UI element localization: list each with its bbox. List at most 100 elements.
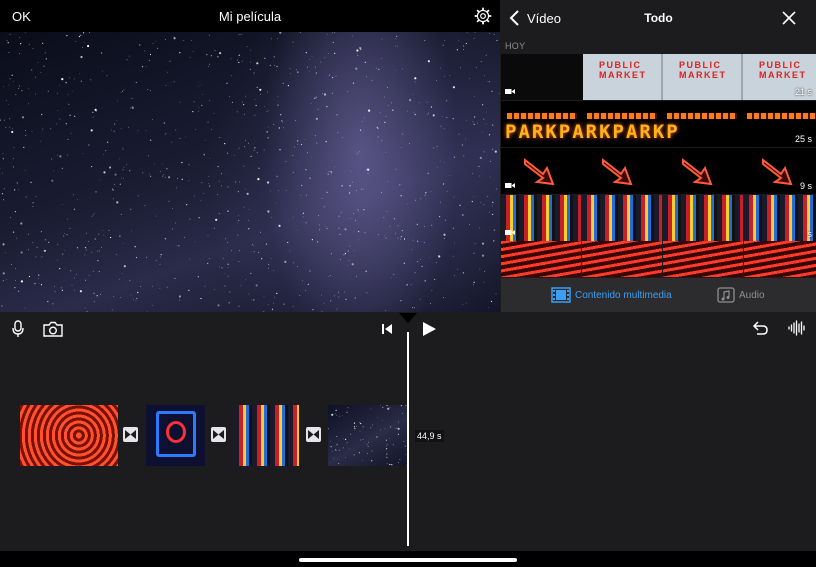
star — [473, 38, 475, 39]
star — [323, 93, 327, 96]
star — [239, 250, 241, 252]
star — [473, 252, 475, 254]
tab-audio[interactable]: Audio — [717, 287, 765, 303]
star — [67, 138, 69, 140]
playhead-marker — [399, 313, 417, 323]
star — [385, 152, 387, 153]
timeline-clip-neon-sign[interactable] — [146, 405, 205, 466]
star — [250, 49, 252, 51]
media-clip-public-market[interactable]: PUBLIC MARKET PUBLIC MARKET PUBLIC MARKET 2… — [501, 54, 816, 100]
star — [389, 438, 390, 439]
undo-icon[interactable] — [751, 320, 769, 336]
star — [12, 127, 13, 129]
star — [435, 262, 437, 263]
star — [384, 96, 385, 98]
home-indicator[interactable] — [299, 558, 517, 562]
star — [31, 69, 33, 71]
media-clip-neon-arrows[interactable]: 9 s — [501, 148, 816, 194]
play-icon[interactable] — [421, 321, 437, 337]
timeline-clip-neon-tunnel[interactable] — [20, 405, 118, 466]
star — [326, 227, 328, 230]
star — [495, 293, 497, 295]
star — [214, 50, 216, 52]
star — [359, 431, 361, 432]
star — [146, 311, 148, 312]
neon-arrow-icon — [682, 157, 713, 186]
star — [234, 155, 236, 156]
star — [114, 183, 115, 185]
transition-button[interactable] — [123, 427, 138, 442]
star — [20, 280, 23, 283]
star — [489, 211, 490, 213]
timeline-clip-milky-way[interactable] — [328, 405, 408, 466]
star — [2, 158, 4, 160]
media-clip-city-neon[interactable]: s — [501, 195, 816, 277]
star — [208, 176, 210, 177]
star — [2, 280, 4, 282]
transition-button[interactable] — [211, 427, 226, 442]
star — [242, 101, 243, 103]
star — [164, 176, 166, 178]
star — [142, 172, 144, 174]
star — [186, 204, 188, 206]
star — [152, 43, 154, 44]
playhead[interactable] — [407, 332, 409, 546]
timeline-clip-city-neon[interactable] — [234, 405, 299, 466]
star — [213, 113, 215, 114]
star — [222, 257, 224, 259]
camera-icon[interactable] — [43, 321, 63, 337]
star — [333, 295, 335, 297]
audio-waveform-icon[interactable] — [788, 320, 806, 336]
star — [113, 130, 115, 132]
star — [419, 298, 421, 300]
close-icon[interactable] — [781, 10, 797, 26]
star — [126, 164, 128, 166]
star — [202, 193, 204, 194]
music-note-icon — [717, 287, 735, 303]
star — [377, 136, 379, 138]
star — [326, 191, 328, 193]
tab-media[interactable]: Contenido multimedia — [551, 287, 672, 303]
star — [119, 183, 121, 185]
skip-to-start-icon[interactable] — [381, 323, 393, 335]
star — [61, 167, 63, 169]
star — [269, 64, 271, 66]
star — [387, 407, 390, 410]
star — [459, 204, 461, 206]
media-clip-park[interactable]: PARKPARKPARKP 25 s — [501, 101, 816, 147]
star — [488, 307, 489, 308]
star — [160, 254, 162, 256]
star — [243, 165, 245, 167]
star — [402, 133, 404, 135]
star — [96, 295, 98, 297]
star — [315, 72, 317, 74]
star — [260, 231, 261, 233]
star — [441, 116, 443, 117]
star — [208, 183, 209, 185]
microphone-icon[interactable] — [11, 320, 25, 338]
star — [74, 115, 76, 117]
star — [238, 54, 240, 56]
star — [268, 126, 270, 128]
star — [70, 270, 72, 272]
star — [114, 123, 116, 125]
star — [65, 123, 67, 125]
star — [164, 39, 166, 41]
star — [131, 106, 134, 109]
neon-bar — [587, 113, 657, 119]
gear-icon[interactable] — [474, 7, 492, 25]
star — [341, 415, 343, 417]
star — [486, 81, 488, 83]
neon-arrow-icon — [524, 157, 555, 186]
star — [459, 67, 461, 69]
star — [406, 284, 408, 286]
star — [68, 103, 70, 105]
star — [116, 119, 118, 121]
transition-button[interactable] — [306, 427, 321, 442]
star — [328, 53, 330, 54]
star — [209, 63, 210, 65]
star — [38, 274, 40, 276]
star — [320, 61, 322, 63]
star — [44, 239, 47, 241]
video-preview[interactable] — [0, 32, 500, 312]
